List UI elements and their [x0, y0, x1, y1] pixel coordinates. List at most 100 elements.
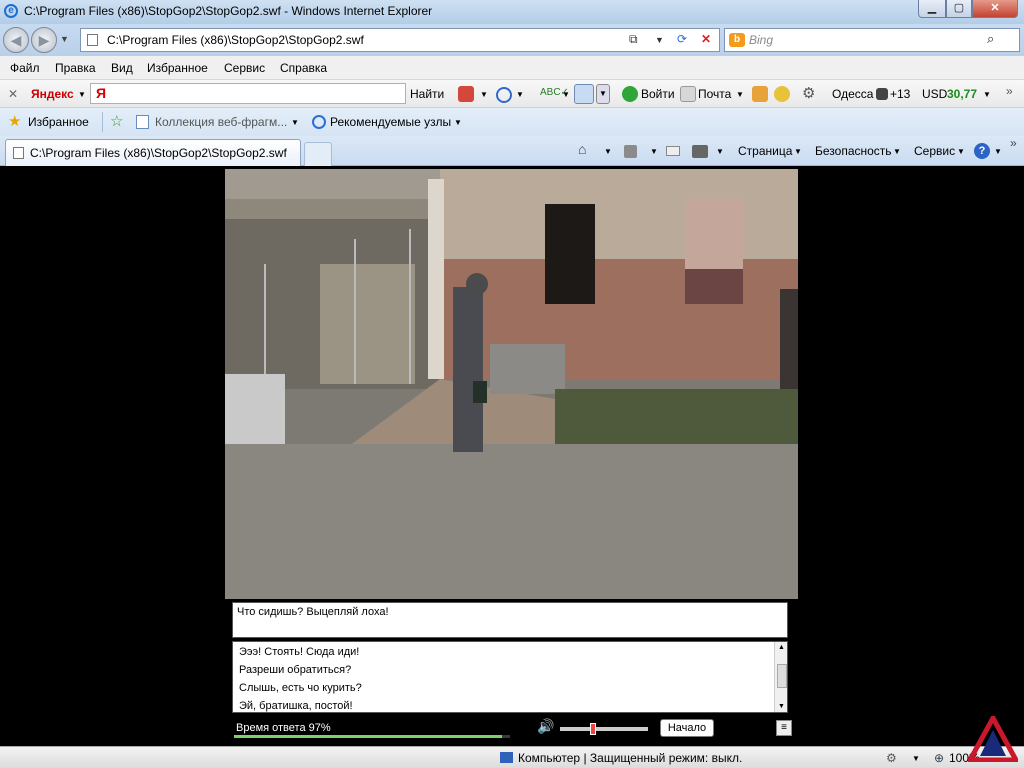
- stop-icon[interactable]: ✕: [701, 32, 711, 46]
- answer-option[interactable]: Эээ! Стоять! Сюда иди!: [239, 646, 359, 658]
- weather-city[interactable]: Одесса: [832, 87, 873, 101]
- menu-help[interactable]: Справка: [280, 61, 327, 75]
- search-box[interactable]: b Bing ⌕: [724, 28, 1020, 52]
- settings-gear-icon[interactable]: ⚙: [802, 84, 815, 102]
- page-menu[interactable]: Страница: [738, 144, 792, 158]
- menu-file[interactable]: Файл: [10, 61, 40, 75]
- safety-dropdown-icon[interactable]: ▼: [893, 147, 901, 156]
- addons-icon[interactable]: [752, 86, 768, 102]
- toolbar-overflow-icon[interactable]: »: [1006, 84, 1013, 98]
- menu-view[interactable]: Вид: [111, 61, 133, 75]
- compatibility-icon[interactable]: ⧉: [629, 32, 638, 47]
- web-slice-icon: [136, 115, 149, 129]
- window-title: C:\Program Files (x86)\StopGop2\StopGop2…: [24, 4, 433, 18]
- answer-scrollbar[interactable]: ▲ ▼: [774, 642, 787, 712]
- security-zone-text[interactable]: Компьютер | Защищенный режим: выкл.: [518, 751, 742, 765]
- close-button[interactable]: ✕: [972, 0, 1018, 18]
- address-dropdown-icon[interactable]: ▼: [655, 35, 664, 45]
- volume-knob[interactable]: [589, 723, 596, 735]
- help-icon[interactable]: ?: [974, 143, 990, 159]
- game-menu-icon[interactable]: ≡: [776, 720, 792, 736]
- protected-mode-icon[interactable]: ⚙: [886, 751, 897, 765]
- zone-dropdown-icon[interactable]: ▼: [912, 754, 920, 763]
- currency-label[interactable]: USD: [922, 87, 947, 101]
- back-button[interactable]: ◀: [3, 27, 29, 53]
- mail-icon[interactable]: [680, 86, 696, 102]
- translate-dropdown-icon[interactable]: ▼: [596, 84, 610, 104]
- yandex-find-button[interactable]: Найти: [410, 87, 444, 101]
- answer-option[interactable]: Слышь, есть чо курить?: [239, 682, 362, 694]
- yandex-toolbar: ✕ Яндекс ▼ Я Найти ▼ ▼ ABC✓ ▼ ▼ Войти По…: [0, 80, 1024, 108]
- mail-dropdown-icon[interactable]: ▼: [736, 90, 744, 99]
- favorites-star-icon[interactable]: [774, 86, 790, 102]
- address-url[interactable]: C:\Program Files (x86)\StopGop2\StopGop2…: [107, 33, 364, 47]
- feeds-dropdown-icon[interactable]: ▼: [650, 147, 658, 156]
- search-placeholder[interactable]: Bing: [749, 33, 773, 47]
- tools-menu[interactable]: Сервис: [914, 144, 955, 158]
- address-row: ◀ ▶ ▼ C:\Program Files (x86)\StopGop2\St…: [0, 24, 1024, 56]
- scroll-thumb[interactable]: [777, 664, 787, 688]
- bing-icon: b: [729, 33, 745, 47]
- menu-favorites[interactable]: Избранное: [147, 61, 208, 75]
- page-menu-dropdown-icon[interactable]: ▼: [794, 147, 802, 156]
- menu-edit[interactable]: Правка: [55, 61, 96, 75]
- answer-option[interactable]: Эй, братишка, постой!: [239, 700, 353, 712]
- mail-read-icon[interactable]: [666, 146, 680, 156]
- command-overflow-icon[interactable]: »: [1010, 136, 1017, 150]
- maximize-button[interactable]: ▢: [946, 0, 972, 18]
- currency-dropdown-icon[interactable]: ▼: [983, 90, 991, 99]
- minimize-button[interactable]: ▁: [918, 0, 946, 18]
- search-icon[interactable]: ⌕: [987, 31, 994, 47]
- zoom-icon[interactable]: ⊕: [934, 751, 944, 765]
- answer-timer-fill: [234, 735, 502, 738]
- yandex-dropdown-icon[interactable]: ▼: [78, 90, 86, 99]
- home-icon[interactable]: ⌂: [578, 141, 586, 157]
- new-tab-button[interactable]: [304, 142, 332, 166]
- yandex-login-link[interactable]: Войти: [641, 87, 675, 101]
- speaker-icon[interactable]: 🔊: [537, 718, 555, 734]
- add-favorites-icon[interactable]: ☆: [110, 112, 123, 130]
- yandex-logo-icon: Я: [96, 85, 107, 101]
- web-slice-gallery-link[interactable]: Коллекция веб-фрагм...: [155, 115, 287, 129]
- answer-option[interactable]: Разреши обратиться?: [239, 664, 351, 676]
- start-button[interactable]: Начало: [660, 719, 714, 737]
- home-dropdown-icon[interactable]: ▼: [604, 147, 612, 156]
- highlighter-dropdown-icon[interactable]: ▼: [480, 90, 488, 99]
- tab-row: C:\Program Files (x86)\StopGop2\StopGop2…: [0, 136, 1024, 166]
- site-logo-watermark: [968, 716, 1018, 762]
- toolbar-close-icon[interactable]: ✕: [8, 87, 18, 101]
- spellcheck-dropdown-icon[interactable]: ▼: [562, 90, 570, 99]
- scroll-up-icon[interactable]: ▲: [778, 644, 785, 651]
- help-dropdown-icon[interactable]: ▼: [994, 147, 1002, 156]
- npc-prompt-box: Что сидишь? Выцепляй лоха!: [232, 602, 788, 638]
- gallery-dropdown-icon[interactable]: ▼: [291, 118, 299, 127]
- print-dropdown-icon[interactable]: ▼: [716, 147, 724, 156]
- highlighter-icon[interactable]: [458, 86, 474, 102]
- speech-dropdown-icon[interactable]: ▼: [516, 90, 524, 99]
- tools-dropdown-icon[interactable]: ▼: [957, 147, 965, 156]
- suggested-dropdown-icon[interactable]: ▼: [454, 118, 462, 127]
- yandex-mail-link[interactable]: Почта: [698, 87, 731, 101]
- speech-bubble-icon[interactable]: [496, 87, 512, 103]
- menu-tools[interactable]: Сервис: [224, 61, 265, 75]
- refresh-icon[interactable]: ⟳: [677, 32, 687, 46]
- tab-active[interactable]: C:\Program Files (x86)\StopGop2\StopGop2…: [5, 139, 301, 166]
- translate-icon[interactable]: [574, 84, 594, 104]
- weather-temperature[interactable]: +13: [890, 87, 910, 101]
- print-icon[interactable]: [692, 145, 708, 158]
- volume-slider[interactable]: [560, 723, 648, 735]
- address-bar[interactable]: C:\Program Files (x86)\StopGop2\StopGop2…: [80, 28, 720, 52]
- favorites-button[interactable]: Избранное: [28, 115, 89, 129]
- scroll-down-icon[interactable]: ▼: [778, 703, 785, 710]
- tab-title[interactable]: C:\Program Files (x86)\StopGop2\StopGop2…: [30, 146, 287, 160]
- title-bar: e C:\Program Files (x86)\StopGop2\StopGo…: [0, 0, 1024, 24]
- yandex-search-input[interactable]: Я: [90, 83, 406, 104]
- rss-feeds-icon[interactable]: [624, 145, 637, 158]
- safety-menu[interactable]: Безопасность: [815, 144, 892, 158]
- suggested-sites-link[interactable]: Рекомендуемые узлы: [330, 115, 451, 129]
- currency-rate[interactable]: 30,77: [947, 87, 977, 101]
- recent-pages-dropdown-icon[interactable]: ▼: [60, 34, 69, 44]
- yandex-brand[interactable]: Яндекс: [31, 87, 74, 101]
- forward-button[interactable]: ▶: [31, 27, 57, 53]
- login-icon[interactable]: [622, 86, 638, 102]
